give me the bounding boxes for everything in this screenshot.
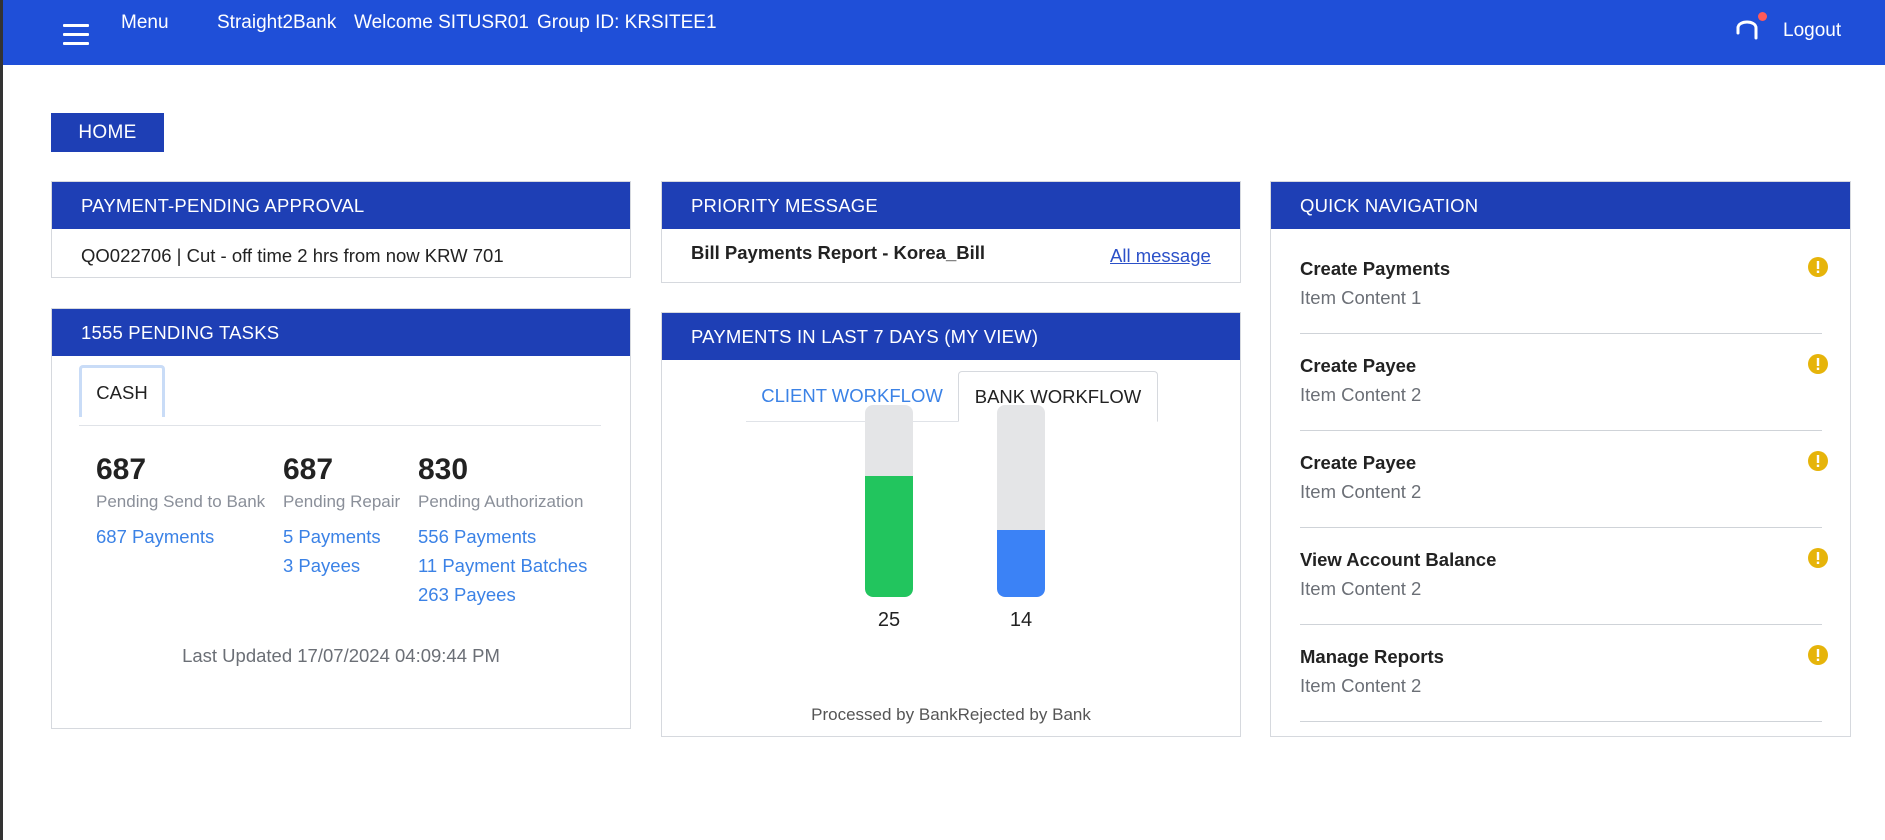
quick-nav-item-title: Create Payments xyxy=(1300,258,1451,279)
quick-nav-item-content: Item Content 2 xyxy=(1300,481,1422,502)
bar-value-label: 25 xyxy=(877,609,901,631)
payments-7-days-card: PAYMENTS IN LAST 7 DAYS (MY VIEW) CLIENT… xyxy=(661,312,1241,737)
quick-nav-item[interactable]: Create Payments Item Content 1 xyxy=(1300,237,1828,334)
payments-7-days-title: PAYMENTS IN LAST 7 DAYS (MY VIEW) xyxy=(662,313,1240,360)
bar-track xyxy=(997,405,1045,597)
quick-nav-item[interactable]: Create Payee Item Content 2 xyxy=(1300,334,1828,431)
bar-fill[interactable] xyxy=(997,530,1045,597)
stat-value: 687 xyxy=(96,453,147,486)
payment-pending-card: PAYMENT-PENDING APPROVAL QO022706 | Cut … xyxy=(51,181,631,278)
top-navigation-bar: Menu Straight2Bank Welcome SITUSR01 Grou… xyxy=(3,0,1885,65)
workflow-tabs: CLIENT WORKFLOW BANK WORKFLOW xyxy=(746,371,1158,422)
welcome-text: Welcome SITUSR01 xyxy=(354,12,529,33)
stat-label: Pending Repair xyxy=(283,492,401,511)
bar-fill[interactable] xyxy=(865,476,913,597)
stat-pending-repair: 687 Pending Repair 5 Payments 3 Payees xyxy=(283,454,400,580)
priority-message-text[interactable]: Bill Payments Report - Korea_Bill xyxy=(691,242,985,264)
stat-label: Pending Send to Bank xyxy=(96,492,266,511)
menu-label[interactable]: Menu xyxy=(121,12,169,34)
quick-navigation-card: QUICK NAVIGATION Create Payments Item Con… xyxy=(1270,181,1851,737)
quick-nav-item-title: Manage Reports xyxy=(1300,646,1444,667)
quick-nav-item-content: Item Content 2 xyxy=(1300,578,1422,599)
quick-nav-item-title: Create Payee xyxy=(1300,355,1417,376)
tab-bank-workflow[interactable]: BANK WORKFLOW xyxy=(958,371,1158,422)
all-message-link[interactable]: All message xyxy=(1110,245,1211,267)
quick-nav-item-content: Item Content 2 xyxy=(1300,384,1422,405)
hamburger-icon[interactable] xyxy=(63,24,91,54)
payment-pending-text[interactable]: QO022706 | Cut - off time 2 hrs from now… xyxy=(81,245,504,267)
quick-nav-item-title: View Account Balance xyxy=(1300,549,1497,570)
home-button[interactable]: HOME xyxy=(51,113,164,152)
info-warning-icon[interactable] xyxy=(1808,451,1828,471)
info-warning-icon[interactable] xyxy=(1808,548,1828,568)
tab-cash[interactable]: CASH xyxy=(79,365,165,417)
pending-tasks-title: 1555 PENDING TASKS xyxy=(52,309,630,356)
quick-nav-item[interactable]: View Account Balance Item Content 2 xyxy=(1300,528,1828,625)
info-warning-icon[interactable] xyxy=(1808,645,1828,665)
stat-link[interactable]: 687 Payments xyxy=(96,522,265,551)
stat-link[interactable]: 556 Payments xyxy=(418,522,587,551)
quick-navigation-title: QUICK NAVIGATION xyxy=(1271,182,1850,229)
quick-nav-item-title: Create Payee xyxy=(1300,452,1417,473)
stat-link[interactable]: 3 Payees xyxy=(283,551,400,580)
stat-pending-authorization: 830 Pending Authorization 556 Payments 1… xyxy=(418,454,587,609)
stat-link[interactable]: 263 Payees xyxy=(418,580,587,609)
quick-nav-item[interactable]: Manage Reports Item Content 2 xyxy=(1300,625,1828,722)
group-id: Group ID: KRSITEE1 xyxy=(537,12,717,33)
stat-value: 687 xyxy=(283,453,334,486)
priority-message-card: PRIORITY MESSAGE Bill Payments Report - … xyxy=(661,181,1241,283)
stat-label: Pending Authorization xyxy=(418,492,584,511)
quick-nav-item-content: Item Content 2 xyxy=(1300,675,1422,696)
pending-tasks-card: 1555 PENDING TASKS CASH 687 Pending Send… xyxy=(51,308,631,729)
notification-dot xyxy=(1758,12,1767,21)
info-warning-icon[interactable] xyxy=(1808,354,1828,374)
info-warning-icon[interactable] xyxy=(1808,257,1828,277)
brand-name: Straight2Bank xyxy=(217,12,337,33)
logout-button[interactable]: Logout xyxy=(1783,20,1841,42)
quick-nav-item-content: Item Content 1 xyxy=(1300,287,1422,308)
quick-nav-item[interactable]: Create Payee Item Content 2 xyxy=(1300,431,1828,528)
stat-pending-send: 687 Pending Send to Bank 687 Payments xyxy=(96,454,265,551)
tasks-tab-row: CASH xyxy=(79,365,601,426)
last-updated-text: Last Updated 17/07/2024 04:09:44 PM xyxy=(182,645,500,666)
payment-pending-title: PAYMENT-PENDING APPROVAL xyxy=(52,182,630,229)
bar-value-label: 14 xyxy=(1009,609,1033,631)
stat-link[interactable]: 5 Payments xyxy=(283,522,400,551)
stat-link[interactable]: 11 Payment Batches xyxy=(418,551,587,580)
bar-track xyxy=(865,405,913,597)
tab-client-workflow[interactable]: CLIENT WORKFLOW xyxy=(746,371,958,421)
window-edge xyxy=(0,0,3,840)
stat-value: 830 xyxy=(418,453,469,486)
priority-message-title: PRIORITY MESSAGE xyxy=(662,182,1240,229)
chart-caption: Processed by BankRejected by Bank xyxy=(811,705,1091,724)
